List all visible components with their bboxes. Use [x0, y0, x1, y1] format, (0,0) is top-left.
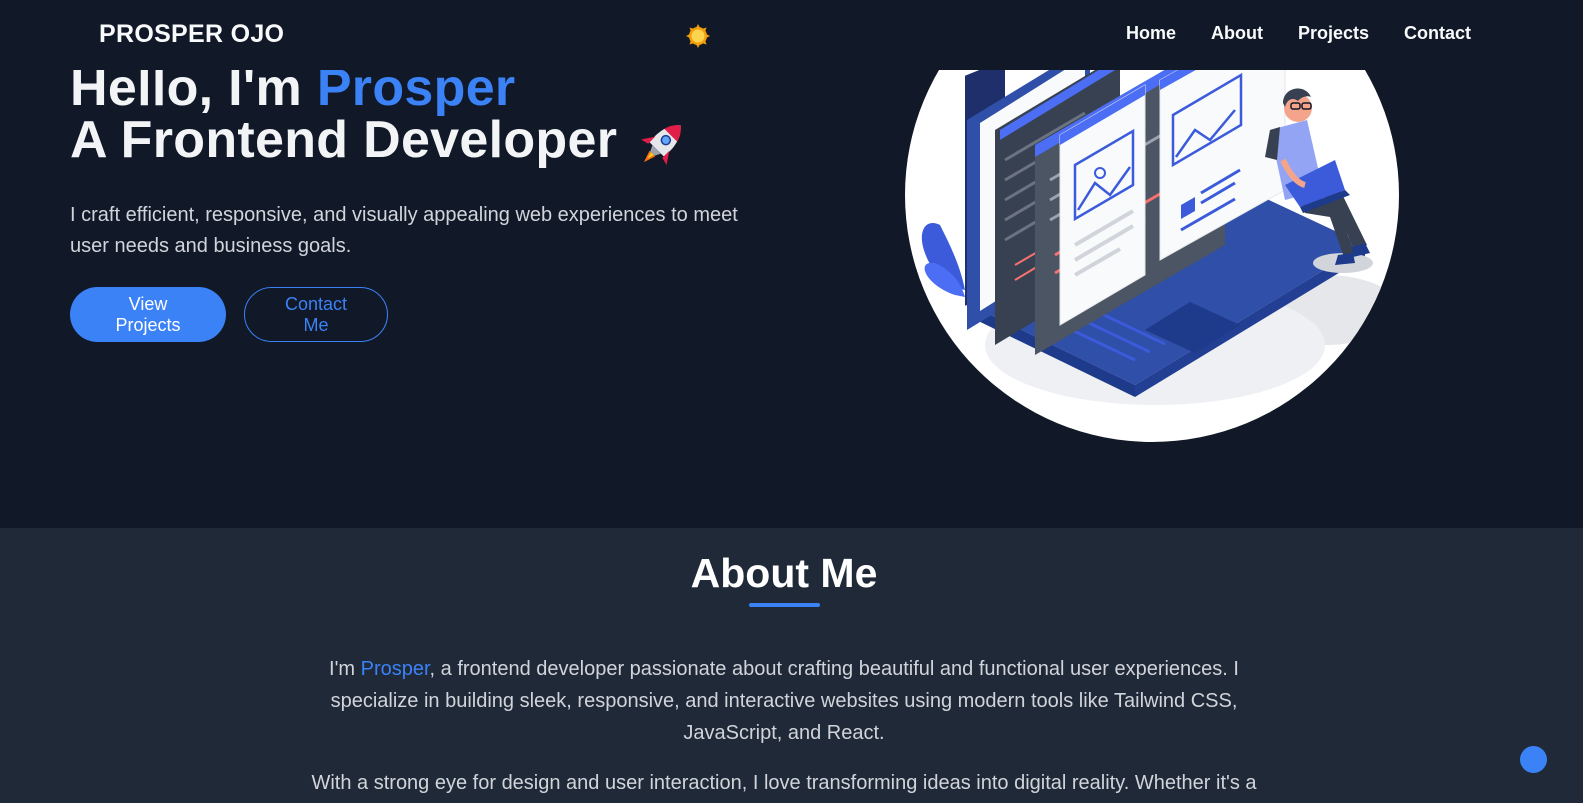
about-section: About Me I'm Prosper, a frontend develop…	[0, 528, 1583, 803]
hero-buttons: View Projects Contact Me	[70, 287, 770, 343]
nav-link-contact[interactable]: Contact	[1404, 23, 1471, 44]
floating-action-button[interactable]	[1520, 746, 1547, 773]
about-paragraph-2: With a strong eye for design and user in…	[311, 772, 1257, 794]
about-p1-rest: , a frontend developer passionate about …	[330, 658, 1239, 744]
hero-text: Hello, I'm Prosper A Frontend Developer I…	[70, 62, 770, 343]
about-title-underline	[749, 603, 820, 607]
sun-icon[interactable]	[686, 24, 710, 48]
about-paragraph-1: I'm Prosper, a frontend developer passio…	[290, 653, 1278, 749]
about-title: About Me	[690, 550, 878, 596]
nav-link-projects[interactable]: Projects	[1298, 23, 1369, 44]
view-projects-button[interactable]: View Projects	[70, 287, 226, 343]
navbar: PROSPER OJO Home About Projects Contact	[0, 0, 1583, 70]
about-p1-prefix: I'm	[329, 658, 361, 680]
about-p1-name: Prosper	[360, 658, 430, 680]
contact-me-button[interactable]: Contact Me	[244, 287, 388, 343]
nav-link-home[interactable]: Home	[1126, 23, 1176, 44]
hero-subtitle-text: A Frontend Developer	[70, 111, 618, 169]
hero-title-line2: A Frontend Developer	[70, 114, 770, 172]
hero-section: Hello, I'm Prosper A Frontend Developer I…	[0, 0, 1583, 528]
brand-logo[interactable]: PROSPER OJO	[99, 20, 284, 49]
hero-title: Hello, I'm Prosper A Frontend Developer	[70, 62, 770, 172]
nav-links: Home About Projects Contact	[1126, 23, 1471, 44]
rocket-icon	[641, 125, 682, 166]
hero-description: I craft efficient, responsive, and visua…	[70, 204, 738, 258]
nav-link-about[interactable]: About	[1211, 23, 1263, 44]
